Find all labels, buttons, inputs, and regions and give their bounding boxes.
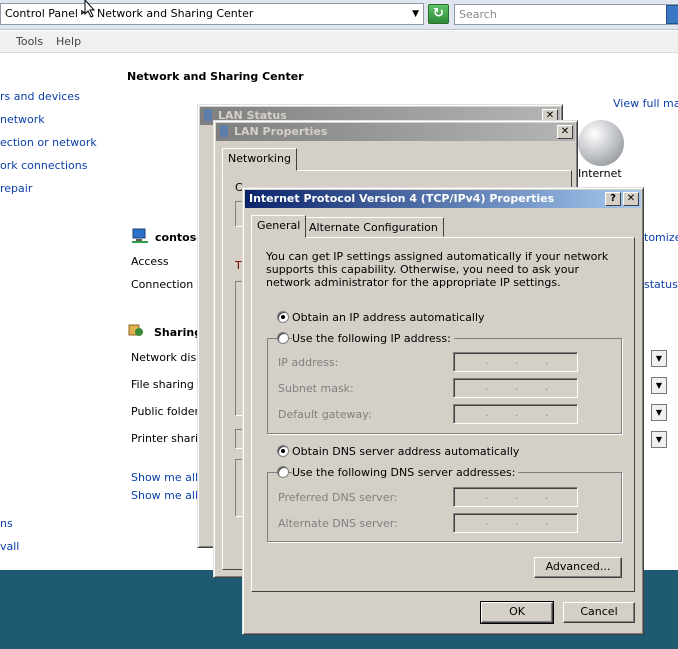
use-following-dns-label[interactable]: Use the following DNS server addresses: <box>292 466 519 479</box>
ip-address-input[interactable]: ... <box>453 352 578 372</box>
obtain-ip-auto-radio[interactable] <box>277 311 289 323</box>
obtain-dns-auto-radio[interactable] <box>277 445 289 457</box>
preferred-dns-dot-1: . <box>485 491 489 502</box>
tab-networking[interactable]: Networking <box>222 148 297 171</box>
lan-properties-titlebar: LAN Properties ✕ <box>216 123 575 141</box>
sidebar-item-bottom-1[interactable]: ns <box>0 517 13 530</box>
sharing-heading: Sharing <box>154 326 203 339</box>
sharing-icon <box>128 324 143 336</box>
use-following-ip-label[interactable]: Use the following IP address: <box>292 332 454 345</box>
subnet-mask-dot-3: . <box>545 382 549 393</box>
internet-label: Internet <box>578 167 622 180</box>
help-icon[interactable]: ? <box>605 192 621 206</box>
ipv4-titlebar: Internet Protocol Version 4 (TCP/IPv4) P… <box>245 190 641 208</box>
ipv4-general-panel: You can get IP settings assigned automat… <box>251 237 635 592</box>
menu-tools[interactable]: Tools <box>16 35 43 48</box>
expand-printer-sharing-icon[interactable]: ▼ <box>651 431 667 448</box>
subnet-mask-dot-1: . <box>485 382 489 393</box>
ip-address-dot-1: . <box>485 356 489 367</box>
page-title: Network and Sharing Center <box>127 70 304 83</box>
sidebar-item-repair[interactable]: repair <box>0 182 32 195</box>
lan-properties-network-icon <box>220 125 228 137</box>
lan-properties-close-icon[interactable]: ✕ <box>557 125 573 139</box>
preferred-dns-dot-3: . <box>545 491 549 502</box>
ipv4-description: You can get IP settings assigned automat… <box>266 250 609 289</box>
customize-link[interactable]: tomize <box>644 231 678 244</box>
alternate-dns-dot-1: . <box>485 517 489 528</box>
preferred-dns-input[interactable]: ... <box>453 487 578 507</box>
address-bar[interactable]: Control Panel ▸ Network and Sharing Cent… <box>0 3 424 25</box>
subnet-mask-dot-2: . <box>515 382 519 393</box>
alternate-dns-input[interactable]: ... <box>453 513 578 533</box>
default-gateway-dot-3: . <box>545 408 549 419</box>
use-following-dns-radio[interactable] <box>277 466 289 478</box>
sharing-row-printer-sharing: Printer sharin <box>131 432 206 445</box>
connection-label: Connection <box>131 278 194 291</box>
subnet-mask-label: Subnet mask: <box>278 382 354 395</box>
subnet-mask-input[interactable]: ... <box>453 378 578 398</box>
default-gateway-dot-2: . <box>515 408 519 419</box>
use-following-ip-radio[interactable] <box>277 332 289 344</box>
ipv4-close-icon[interactable]: ✕ <box>623 192 639 206</box>
access-label: Access <box>131 255 169 268</box>
address-dropdown-icon[interactable]: ▼ <box>412 9 419 19</box>
view-full-map-link[interactable]: View full map <box>613 97 678 110</box>
menu-help[interactable]: Help <box>56 35 81 48</box>
alternate-dns-dot-2: . <box>515 517 519 528</box>
search-input[interactable]: Search <box>454 4 678 25</box>
obtain-ip-auto-label[interactable]: Obtain an IP address automatically <box>292 311 485 324</box>
menu-bar: Tools Help <box>0 31 678 53</box>
sidebar-item-network-connections[interactable]: ork connections <box>0 159 87 172</box>
ip-address-dot-3: . <box>545 356 549 367</box>
ip-address-dot-2: . <box>515 356 519 367</box>
search-placeholder: Search <box>459 8 497 21</box>
default-gateway-dot-1: . <box>485 408 489 419</box>
advanced-button[interactable]: Advanced... <box>534 557 622 578</box>
tab-alternate-configuration[interactable]: Alternate Configuration <box>303 217 444 237</box>
alternate-dns-label: Alternate DNS server: <box>278 517 398 530</box>
sidebar-item-bottom-2[interactable]: vall <box>0 540 19 553</box>
search-icon[interactable] <box>666 5 678 24</box>
expand-file-sharing-icon[interactable]: ▼ <box>651 377 667 394</box>
breadcrumb-network-sharing[interactable]: Network and Sharing Center <box>97 7 253 20</box>
tab-general[interactable]: General <box>251 215 307 238</box>
refresh-icon[interactable]: ↻ <box>428 4 449 24</box>
lan-status-network-icon <box>204 109 212 121</box>
lan-properties-title: LAN Properties <box>234 125 328 138</box>
view-status-link[interactable]: status <box>644 278 678 291</box>
sharing-row-file-sharing: File sharing <box>131 378 194 391</box>
default-gateway-label: Default gateway: <box>278 408 372 421</box>
preferred-dns-dot-2: . <box>515 491 519 502</box>
network-computer-icon <box>132 228 148 243</box>
ipv4-properties-dialog: Internet Protocol Version 4 (TCP/IPv4) P… <box>242 187 644 635</box>
default-gateway-input[interactable]: ... <box>453 404 578 424</box>
mouse-cursor-icon <box>84 0 96 18</box>
alternate-dns-dot-3: . <box>545 517 549 528</box>
preferred-dns-label: Preferred DNS server: <box>278 491 398 504</box>
breadcrumb-control-panel[interactable]: Control Panel <box>5 7 78 20</box>
sidebar-item-devices[interactable]: rs and devices <box>0 90 80 103</box>
internet-globe-icon <box>578 120 624 166</box>
ipv4-title: Internet Protocol Version 4 (TCP/IPv4) P… <box>249 192 555 205</box>
obtain-dns-auto-label[interactable]: Obtain DNS server address automatically <box>292 445 519 458</box>
lan-properties-stub-label-2: T <box>235 259 242 272</box>
expand-public-folder-icon[interactable]: ▼ <box>651 404 667 421</box>
ip-address-label: IP address: <box>278 356 339 369</box>
sidebar-item-connection[interactable]: ection or network <box>0 136 97 149</box>
expand-network-discovery-icon[interactable]: ▼ <box>651 350 667 367</box>
ok-button[interactable]: OK <box>480 601 554 624</box>
address-toolbar: Control Panel ▸ Network and Sharing Cent… <box>0 0 678 30</box>
cancel-button[interactable]: Cancel <box>563 602 635 623</box>
sidebar-item-network[interactable]: network <box>0 113 45 126</box>
